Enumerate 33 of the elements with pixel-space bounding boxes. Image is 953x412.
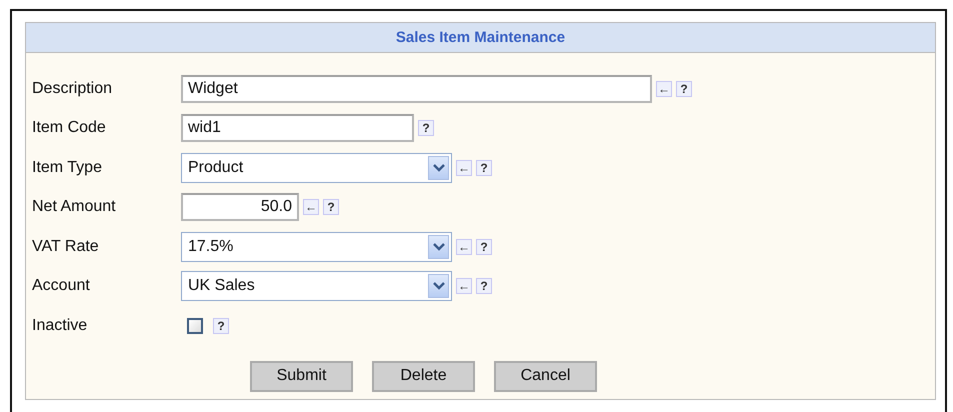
- form-button[interactable]: Submit: [250, 360, 353, 392]
- help-button[interactable]: ?: [476, 160, 492, 176]
- number-field[interactable]: 50.0: [181, 193, 299, 222]
- text-field[interactable]: Widget: [181, 74, 652, 103]
- field-label: Item Type: [32, 158, 103, 177]
- reset-button[interactable]: ←: [456, 160, 472, 176]
- field-label: Account: [32, 277, 91, 296]
- help-button[interactable]: ?: [676, 80, 692, 97]
- chevron-down-icon: [432, 242, 444, 251]
- help-button[interactable]: ?: [418, 120, 434, 136]
- field-label: Inactive: [32, 316, 88, 335]
- dropdown[interactable]: UK Sales: [181, 271, 452, 302]
- chevron-down-icon: [432, 164, 444, 172]
- dropdown[interactable]: Product: [181, 152, 452, 183]
- reset-button[interactable]: ←: [456, 238, 472, 255]
- chevron-down-icon: [432, 282, 444, 290]
- field-label: Item Code: [32, 119, 107, 138]
- field-label: VAT Rate: [32, 238, 100, 256]
- checkbox[interactable]: [187, 318, 203, 334]
- text-field[interactable]: wid1: [181, 114, 414, 142]
- form-button[interactable]: Cancel: [494, 360, 597, 392]
- reset-button[interactable]: ←: [656, 80, 672, 97]
- reset-button[interactable]: ←: [303, 199, 319, 216]
- help-button[interactable]: ?: [476, 238, 492, 255]
- form-button[interactable]: Delete: [372, 360, 475, 392]
- form-title: Sales Item Maintenance: [26, 23, 935, 53]
- field-label: Description: [32, 80, 114, 98]
- field-label: Net Amount: [32, 198, 117, 216]
- help-button[interactable]: ?: [476, 278, 492, 294]
- dropdown[interactable]: 17.5%: [181, 232, 452, 262]
- help-button[interactable]: ?: [213, 318, 229, 334]
- reset-button[interactable]: ←: [456, 278, 472, 294]
- help-button[interactable]: ?: [323, 199, 339, 216]
